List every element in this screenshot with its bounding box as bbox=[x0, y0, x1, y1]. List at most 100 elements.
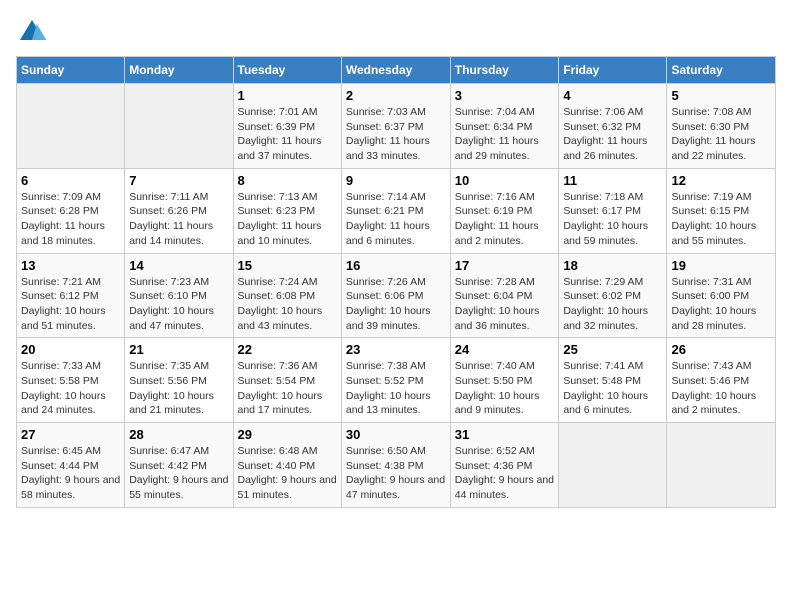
calendar-cell: 5Sunrise: 7:08 AM Sunset: 6:30 PM Daylig… bbox=[667, 84, 776, 169]
day-number: 5 bbox=[671, 88, 771, 103]
day-info: Sunrise: 7:23 AM Sunset: 6:10 PM Dayligh… bbox=[129, 275, 228, 334]
day-header: Friday bbox=[559, 57, 667, 84]
day-info: Sunrise: 7:36 AM Sunset: 5:54 PM Dayligh… bbox=[238, 359, 337, 418]
day-number: 16 bbox=[346, 258, 446, 273]
day-info: Sunrise: 7:26 AM Sunset: 6:06 PM Dayligh… bbox=[346, 275, 446, 334]
calendar-cell: 9 Sunrise: 7:14 AM Sunset: 6:21 PM Daylig… bbox=[341, 168, 450, 253]
day-number: 4 bbox=[563, 88, 662, 103]
day-info: Sunrise: 7:06 AM Sunset: 6:32 PM Dayligh… bbox=[563, 105, 662, 164]
calendar-table: SundayMondayTuesdayWednesdayThursdayFrid… bbox=[16, 56, 776, 508]
calendar-cell bbox=[125, 84, 233, 169]
day-number: 17 bbox=[455, 258, 555, 273]
day-number: 10 bbox=[455, 173, 555, 188]
calendar-cell: 28Sunrise: 6:47 AM Sunset: 4:42 PM Dayli… bbox=[125, 423, 233, 508]
day-number: 15 bbox=[238, 258, 337, 273]
calendar-cell: 31Sunrise: 6:52 AM Sunset: 4:36 PM Dayli… bbox=[450, 423, 559, 508]
day-info: Sunrise: 7:16 AM Sunset: 6:19 PM Dayligh… bbox=[455, 190, 555, 249]
calendar-cell: 22 Sunrise: 7:36 AM Sunset: 5:54 PM Dayli… bbox=[233, 338, 341, 423]
day-info: Sunrise: 7:38 AM Sunset: 5:52 PM Dayligh… bbox=[346, 359, 446, 418]
day-number: 28 bbox=[129, 427, 228, 442]
calendar-cell: 20 Sunrise: 7:33 AM Sunset: 5:58 PM Dayli… bbox=[17, 338, 125, 423]
day-info: Sunrise: 7:14 AM Sunset: 6:21 PM Dayligh… bbox=[346, 190, 446, 249]
calendar-cell: 12 Sunrise: 7:19 AM Sunset: 6:15 PM Dayli… bbox=[667, 168, 776, 253]
day-info: Sunrise: 7:31 AM Sunset: 6:00 PM Dayligh… bbox=[671, 275, 771, 334]
day-number: 30 bbox=[346, 427, 446, 442]
day-number: 12 bbox=[671, 173, 771, 188]
day-info: Sunrise: 6:50 AM Sunset: 4:38 PM Dayligh… bbox=[346, 444, 446, 503]
day-number: 8 bbox=[238, 173, 337, 188]
day-number: 23 bbox=[346, 342, 446, 357]
day-info: Sunrise: 7:19 AM Sunset: 6:15 PM Dayligh… bbox=[671, 190, 771, 249]
day-number: 11 bbox=[563, 173, 662, 188]
day-info: Sunrise: 7:01 AM Sunset: 6:39 PM Dayligh… bbox=[238, 105, 337, 164]
calendar-cell: 2Sunrise: 7:03 AM Sunset: 6:37 PM Daylig… bbox=[341, 84, 450, 169]
day-number: 22 bbox=[238, 342, 337, 357]
day-number: 25 bbox=[563, 342, 662, 357]
day-header: Sunday bbox=[17, 57, 125, 84]
day-info: Sunrise: 7:18 AM Sunset: 6:17 PM Dayligh… bbox=[563, 190, 662, 249]
calendar-cell: 26 Sunrise: 7:43 AM Sunset: 5:46 PM Dayli… bbox=[667, 338, 776, 423]
calendar-cell: 30 Sunrise: 6:50 AM Sunset: 4:38 PM Dayli… bbox=[341, 423, 450, 508]
day-info: Sunrise: 7:13 AM Sunset: 6:23 PM Dayligh… bbox=[238, 190, 337, 249]
logo bbox=[16, 16, 52, 48]
day-info: Sunrise: 7:29 AM Sunset: 6:02 PM Dayligh… bbox=[563, 275, 662, 334]
day-number: 1 bbox=[238, 88, 337, 103]
calendar-week-row: 6 Sunrise: 7:09 AM Sunset: 6:28 PM Daylig… bbox=[17, 168, 776, 253]
calendar-cell: 10 Sunrise: 7:16 AM Sunset: 6:19 PM Dayli… bbox=[450, 168, 559, 253]
logo-icon bbox=[16, 16, 48, 48]
day-info: Sunrise: 7:21 AM Sunset: 6:12 PM Dayligh… bbox=[21, 275, 120, 334]
day-info: Sunrise: 7:40 AM Sunset: 5:50 PM Dayligh… bbox=[455, 359, 555, 418]
calendar-cell: 24Sunrise: 7:40 AM Sunset: 5:50 PM Dayli… bbox=[450, 338, 559, 423]
day-number: 21 bbox=[129, 342, 228, 357]
calendar-cell: 13Sunrise: 7:21 AM Sunset: 6:12 PM Dayli… bbox=[17, 253, 125, 338]
calendar-cell bbox=[17, 84, 125, 169]
calendar-week-row: 1 Sunrise: 7:01 AM Sunset: 6:39 PM Daylig… bbox=[17, 84, 776, 169]
calendar-cell: 11 Sunrise: 7:18 AM Sunset: 6:17 PM Dayli… bbox=[559, 168, 667, 253]
calendar-week-row: 13Sunrise: 7:21 AM Sunset: 6:12 PM Dayli… bbox=[17, 253, 776, 338]
calendar-cell: 25 Sunrise: 7:41 AM Sunset: 5:48 PM Dayli… bbox=[559, 338, 667, 423]
calendar-cell bbox=[559, 423, 667, 508]
calendar-cell: 6 Sunrise: 7:09 AM Sunset: 6:28 PM Daylig… bbox=[17, 168, 125, 253]
day-header: Wednesday bbox=[341, 57, 450, 84]
day-number: 7 bbox=[129, 173, 228, 188]
calendar-cell: 19 Sunrise: 7:31 AM Sunset: 6:00 PM Dayli… bbox=[667, 253, 776, 338]
calendar-cell bbox=[667, 423, 776, 508]
day-info: Sunrise: 7:09 AM Sunset: 6:28 PM Dayligh… bbox=[21, 190, 120, 249]
calendar-cell: 1 Sunrise: 7:01 AM Sunset: 6:39 PM Daylig… bbox=[233, 84, 341, 169]
calendar-week-row: 27Sunrise: 6:45 AM Sunset: 4:44 PM Dayli… bbox=[17, 423, 776, 508]
calendar-cell: 27Sunrise: 6:45 AM Sunset: 4:44 PM Dayli… bbox=[17, 423, 125, 508]
day-info: Sunrise: 7:35 AM Sunset: 5:56 PM Dayligh… bbox=[129, 359, 228, 418]
day-number: 19 bbox=[671, 258, 771, 273]
day-number: 3 bbox=[455, 88, 555, 103]
calendar-cell: 29Sunrise: 6:48 AM Sunset: 4:40 PM Dayli… bbox=[233, 423, 341, 508]
day-info: Sunrise: 7:43 AM Sunset: 5:46 PM Dayligh… bbox=[671, 359, 771, 418]
day-header: Thursday bbox=[450, 57, 559, 84]
day-info: Sunrise: 7:24 AM Sunset: 6:08 PM Dayligh… bbox=[238, 275, 337, 334]
day-number: 18 bbox=[563, 258, 662, 273]
day-info: Sunrise: 7:11 AM Sunset: 6:26 PM Dayligh… bbox=[129, 190, 228, 249]
calendar-header-row: SundayMondayTuesdayWednesdayThursdayFrid… bbox=[17, 57, 776, 84]
day-info: Sunrise: 7:41 AM Sunset: 5:48 PM Dayligh… bbox=[563, 359, 662, 418]
calendar-cell: 14 Sunrise: 7:23 AM Sunset: 6:10 PM Dayli… bbox=[125, 253, 233, 338]
day-number: 31 bbox=[455, 427, 555, 442]
day-header: Monday bbox=[125, 57, 233, 84]
calendar-cell: 3Sunrise: 7:04 AM Sunset: 6:34 PM Daylig… bbox=[450, 84, 559, 169]
day-number: 9 bbox=[346, 173, 446, 188]
day-info: Sunrise: 7:03 AM Sunset: 6:37 PM Dayligh… bbox=[346, 105, 446, 164]
calendar-cell: 4 Sunrise: 7:06 AM Sunset: 6:32 PM Daylig… bbox=[559, 84, 667, 169]
day-info: Sunrise: 6:45 AM Sunset: 4:44 PM Dayligh… bbox=[21, 444, 120, 503]
day-header: Tuesday bbox=[233, 57, 341, 84]
calendar-week-row: 20 Sunrise: 7:33 AM Sunset: 5:58 PM Dayli… bbox=[17, 338, 776, 423]
day-number: 29 bbox=[238, 427, 337, 442]
day-number: 14 bbox=[129, 258, 228, 273]
day-header: Saturday bbox=[667, 57, 776, 84]
calendar-cell: 8 Sunrise: 7:13 AM Sunset: 6:23 PM Daylig… bbox=[233, 168, 341, 253]
calendar-cell: 18 Sunrise: 7:29 AM Sunset: 6:02 PM Dayli… bbox=[559, 253, 667, 338]
day-number: 26 bbox=[671, 342, 771, 357]
calendar-cell: 15 Sunrise: 7:24 AM Sunset: 6:08 PM Dayli… bbox=[233, 253, 341, 338]
calendar-cell: 7 Sunrise: 7:11 AM Sunset: 6:26 PM Daylig… bbox=[125, 168, 233, 253]
day-number: 6 bbox=[21, 173, 120, 188]
day-number: 20 bbox=[21, 342, 120, 357]
calendar-cell: 23 Sunrise: 7:38 AM Sunset: 5:52 PM Dayli… bbox=[341, 338, 450, 423]
day-info: Sunrise: 7:33 AM Sunset: 5:58 PM Dayligh… bbox=[21, 359, 120, 418]
